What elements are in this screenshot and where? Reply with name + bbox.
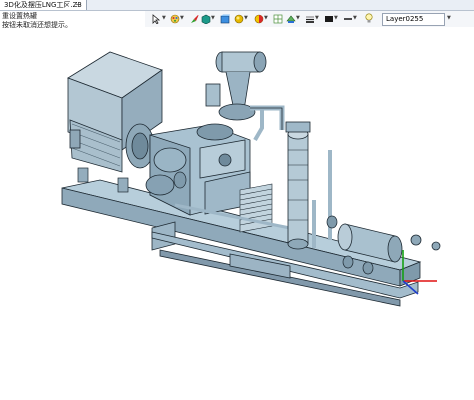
caret-icon[interactable]: ▼ <box>353 15 357 21</box>
sphere-icon[interactable] <box>233 13 244 24</box>
render-mode-icon[interactable] <box>253 13 264 24</box>
caret-icon[interactable]: ▼ <box>315 15 319 21</box>
layer-dropdown-icon[interactable]: ▼ <box>447 15 451 21</box>
tab-close-icon[interactable]: × <box>64 0 70 10</box>
section-icon[interactable] <box>285 13 296 24</box>
line-style-icon[interactable] <box>304 13 315 24</box>
document-tab-bar: 3D化及摆压LNG工厂.Z3 × + <box>0 0 474 11</box>
caret-icon[interactable]: ▼ <box>180 15 184 21</box>
motor-unit <box>67 51 163 173</box>
vertical-separator <box>285 121 311 250</box>
document-tab[interactable]: 3D化及摆压LNG工厂.Z3 <box>0 0 87 10</box>
caret-icon[interactable]: ▼ <box>162 15 166 21</box>
caret-icon[interactable]: ▼ <box>244 15 248 21</box>
new-tab-button[interactable]: + <box>75 0 82 10</box>
grid-icon[interactable] <box>272 13 283 24</box>
caret-icon[interactable]: ▼ <box>334 15 338 21</box>
view-toolbar: ▼ ▼ ▼ ▼ ▼ ▼ ▼ ▼ ▼ Layer0255 ▼ <box>145 11 474 27</box>
layer-select[interactable]: Layer0255 <box>382 13 445 26</box>
caret-icon[interactable]: ▼ <box>211 15 215 21</box>
caret-icon[interactable]: ▼ <box>296 15 300 21</box>
cursor-icon[interactable] <box>151 13 162 24</box>
light-bulb-icon[interactable] <box>363 13 374 24</box>
brush-icon[interactable] <box>188 13 199 24</box>
box-icon[interactable] <box>200 13 211 24</box>
3d-model-viewport[interactable] <box>0 28 474 400</box>
color-swatch-icon[interactable] <box>323 13 334 24</box>
caret-icon[interactable]: ▼ <box>264 15 268 21</box>
color-palette-icon[interactable] <box>169 13 180 24</box>
line-weight-icon[interactable] <box>342 13 353 24</box>
cube-view-icon[interactable] <box>219 13 230 24</box>
